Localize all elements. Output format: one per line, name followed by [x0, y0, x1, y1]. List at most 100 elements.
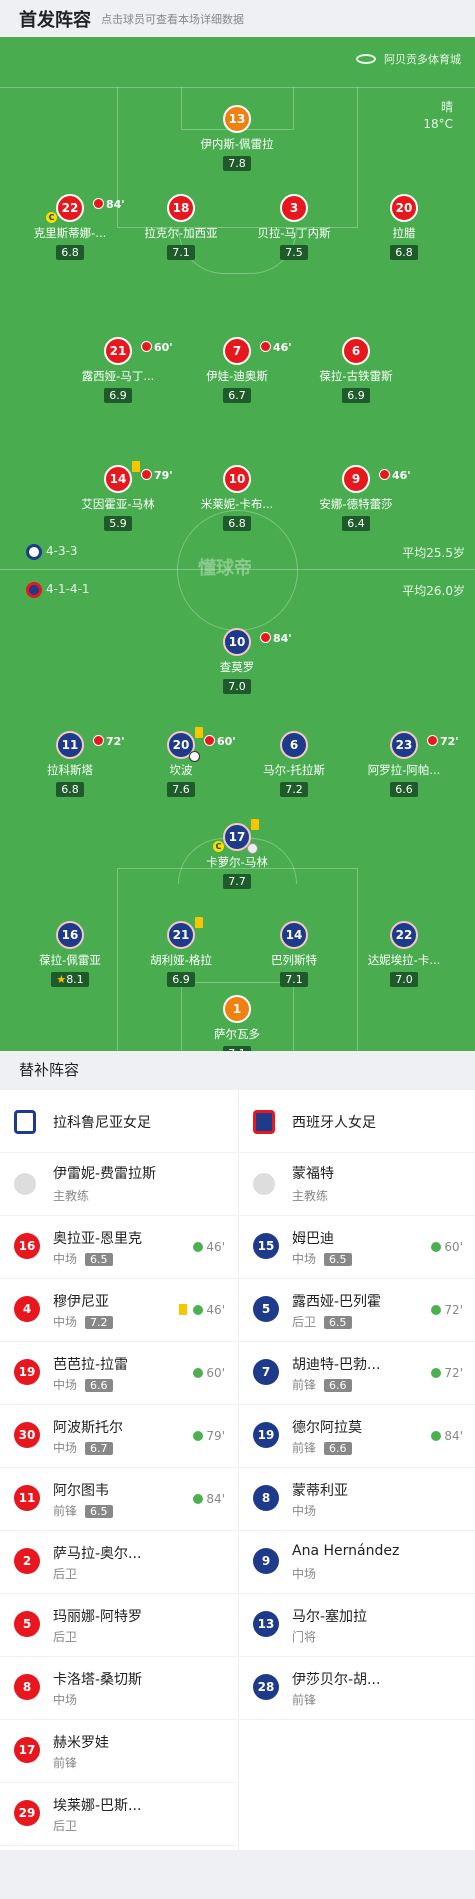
jersey-number: 9 [253, 1548, 279, 1574]
away-player-23[interactable]: 23 72' 阿罗拉-阿帕... 6.6 [349, 731, 459, 797]
away-player-22[interactable]: 22 达妮埃拉-卡... 7.0 [349, 921, 459, 987]
home-coach-row[interactable]: 伊雷妮-费雷拉斯 主教练 [0, 1153, 237, 1216]
sub-in-icon [193, 1242, 204, 1252]
sub-out-icon [141, 341, 152, 352]
player-name: 阿罗拉-阿帕... [367, 763, 441, 777]
sub-player-position: 前锋 6.6 [292, 1376, 352, 1393]
header: 首发阵容 点击球员可查看本场详细数据 [0, 0, 475, 37]
away-player-1[interactable]: 1萨尔瓦多7.1 [182, 995, 292, 1051]
player-name: 查莫罗 [219, 660, 255, 674]
away-player-6[interactable]: 6 马尔-托拉斯 7.2 [239, 731, 349, 797]
sub-in-time: 46' [193, 1240, 225, 1254]
away-player-10[interactable]: 10 84' 查莫罗 7.0 [182, 628, 292, 694]
jersey-number: 19 [253, 1422, 279, 1448]
player-rating: 7.7 [223, 874, 251, 889]
sub-player-rating: 6.7 [85, 1442, 113, 1455]
home-player-10[interactable]: 10 米莱妮-卡布... 6.8 [182, 465, 292, 531]
sub-in-time: 72' [431, 1303, 463, 1317]
sub-player-row[interactable]: 8 蒙蒂利亚 中场 [239, 1468, 475, 1531]
jersey-number: 3 [280, 194, 308, 222]
sub-player-name: 德尔阿拉莫 [292, 1420, 362, 1436]
captain-icon: C [213, 841, 224, 852]
mvp-star-icon: ★ [56, 973, 67, 986]
sub-player-row[interactable]: 7 胡迪特-巴勃... 前锋 6.6 72' [239, 1342, 475, 1405]
stadium-icon [356, 54, 376, 64]
sub-out-icon [260, 632, 271, 643]
away-subs-column: 西班牙人女足 蒙福特 主教练 15 姆巴迪 中场 6.5 60' 5 露西娅-巴列霍 后卫 6.… [238, 1090, 475, 1850]
sub-out-time: 72' [427, 730, 459, 754]
home-player-9[interactable]: 9 46' 安娜-德特蕾莎 6.4 [301, 465, 411, 531]
sub-player-row[interactable]: 16 奥拉亚-恩里克 中场 6.5 46' [0, 1216, 237, 1279]
sub-player-row[interactable]: 17 赫米罗娃 前锋 [0, 1720, 237, 1783]
player-name: 卡萝尔-马林 [206, 855, 268, 869]
home-player-14[interactable]: 14 79' 艾因霍亚-马林 5.9 [63, 461, 173, 531]
home-player-13[interactable]: 13 伊内斯-佩雷拉 7.8 [182, 105, 292, 171]
player-name: 坎波 [169, 763, 193, 777]
jersey-number: 18 [167, 194, 195, 222]
player-rating: 6.4 [342, 516, 370, 531]
away-player-20[interactable]: 20 60' 坎波 7.6 [126, 727, 236, 797]
home-team-row[interactable]: 拉科鲁尼亚女足 [0, 1090, 237, 1153]
home-player-7[interactable]: 7 46' 伊娃-迪奥斯 6.7 [182, 337, 292, 403]
home-player-3[interactable]: 3 贝拉-马丁内斯 7.5 [239, 194, 349, 260]
sub-out-icon [93, 198, 104, 209]
away-formation-row: 4-1-4-1 平均26.0岁 [0, 580, 475, 600]
away-player-17[interactable]: 17 C 卡萝尔-马林 7.7 [182, 819, 292, 889]
sub-player-row[interactable]: 8 卡洛塔-桑切斯 中场 [0, 1657, 237, 1720]
jersey-number: 21 [167, 917, 203, 949]
sub-player-row[interactable]: 19 芭芭拉-拉雷 中场 6.6 60' [0, 1342, 237, 1405]
sub-in-time: 60' [193, 1366, 225, 1380]
sub-player-row[interactable]: 13 马尔-塞加拉 门将 [239, 1594, 475, 1657]
away-coach-row[interactable]: 蒙福特 主教练 [239, 1153, 475, 1216]
page-title: 首发阵容 [19, 9, 91, 31]
weather: 晴 18°C [423, 100, 453, 131]
away-player-14[interactable]: 14 巴列斯特 7.1 [239, 921, 349, 987]
sub-player-row[interactable]: 30 阿波斯托尔 中场 6.7 79' [0, 1405, 237, 1468]
player-name: 米莱妮-卡布... [200, 497, 274, 511]
sub-player-position: 后卫 [53, 1567, 78, 1581]
venue: 阿贝贡多体育城 [356, 51, 461, 67]
sub-player-rating: 6.6 [324, 1379, 352, 1392]
away-team-row[interactable]: 西班牙人女足 [239, 1090, 475, 1153]
sub-player-name: 奥拉亚-恩里克 [53, 1231, 143, 1247]
home-player-21[interactable]: 21 60' 露西娅-马丁... 6.9 [63, 337, 173, 403]
home-player-18[interactable]: 18 拉克尔-加西亚 7.1 [126, 194, 236, 260]
home-player-6[interactable]: 6 葆拉-古铁雷斯 6.9 [301, 337, 411, 403]
player-name: 拉科斯塔 [47, 763, 93, 777]
player-rating: 7.0 [223, 679, 251, 694]
player-name: 拉腊 [392, 226, 416, 240]
away-player-16[interactable]: 16 葆拉-佩雷亚 ★8.1 [15, 921, 125, 987]
sub-out-time: 84' [93, 193, 125, 217]
sub-player-name: 埃莱娜-巴斯... [53, 1798, 142, 1814]
jersey-number: 16 [56, 921, 84, 949]
sub-player-row[interactable]: 5 露西娅-巴列霍 后卫 6.5 72' [239, 1279, 475, 1342]
home-subs-column: 拉科鲁尼亚女足 伊雷妮-费雷拉斯 主教练 16 奥拉亚-恩里克 中场 6.5 46' 4 穆… [0, 1090, 237, 1846]
yellow-card-icon [132, 461, 140, 472]
sub-player-row[interactable]: 2 萨马拉-奥尔... 后卫 [0, 1531, 237, 1594]
sub-player-row[interactable]: 29 埃莱娜-巴斯... 后卫 [0, 1783, 237, 1846]
sub-player-position: 后卫 6.5 [292, 1313, 352, 1330]
home-player-22[interactable]: 22 84' C 克里斯蒂娜-... 6.8 [15, 194, 125, 260]
sub-player-row[interactable]: 4 穆伊尼亚 中场 7.2 46' [0, 1279, 237, 1342]
sub-player-position: 中场 [53, 1693, 78, 1707]
player-name: 克里斯蒂娜-... [33, 226, 107, 240]
sub-player-name: 露西娅-巴列霍 [292, 1294, 382, 1310]
sub-player-row[interactable]: 15 姆巴迪 中场 6.5 60' [239, 1216, 475, 1279]
sub-in-icon [193, 1431, 204, 1441]
sub-player-name: 阿波斯托尔 [53, 1420, 123, 1436]
sub-in-icon [193, 1494, 204, 1504]
sub-player-row[interactable]: 5 玛丽娜-阿特罗 后卫 [0, 1594, 237, 1657]
jersey-number: 21 60' [104, 337, 173, 365]
home-player-20[interactable]: 20 拉腊 6.8 [349, 194, 459, 260]
sub-player-row[interactable]: 11 阿尔图韦 前锋 6.5 84' [0, 1468, 237, 1531]
away-player-21[interactable]: 21 胡利娅-格拉 6.9 [126, 917, 236, 987]
sub-player-row[interactable]: 19 德尔阿拉莫 前锋 6.6 84' [239, 1405, 475, 1468]
sub-player-row[interactable]: 28 伊莎贝尔-胡... 前锋 [239, 1657, 475, 1720]
sub-player-row[interactable]: 9 Ana Hernández 中场 [239, 1531, 475, 1594]
jersey-number: 15 [253, 1233, 279, 1259]
away-player-11[interactable]: 11 72' 拉科斯塔 6.8 [15, 731, 125, 797]
sub-out-time: 46' [260, 336, 292, 360]
player-rating: ★8.1 [51, 972, 89, 987]
sub-out-time: 72' [93, 730, 125, 754]
sub-in-icon [193, 1305, 204, 1315]
